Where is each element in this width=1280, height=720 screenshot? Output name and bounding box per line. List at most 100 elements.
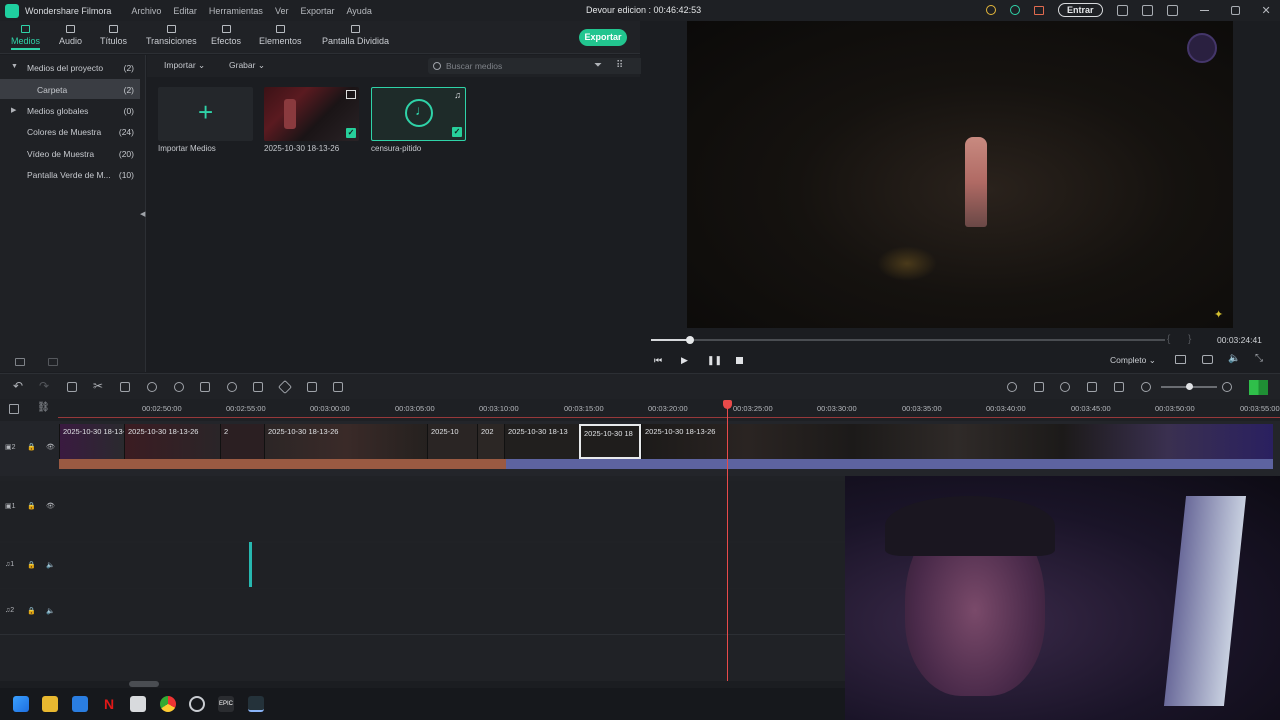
- tab-elementos[interactable]: Elementos: [259, 25, 302, 46]
- mark-in-icon[interactable]: {: [1167, 334, 1170, 345]
- media-thumbnail-audio[interactable]: ♩ ♫ ✓: [371, 87, 466, 141]
- pause-icon[interactable]: ❚❚: [707, 355, 722, 366]
- link-icon[interactable]: ⛓: [37, 402, 50, 413]
- video-preview[interactable]: ✦: [687, 21, 1233, 328]
- minimize-icon[interactable]: [1199, 9, 1209, 11]
- download-icon[interactable]: [1166, 4, 1178, 16]
- zoom-in-icon[interactable]: [1222, 382, 1232, 392]
- capture-app-icon[interactable]: [130, 696, 146, 712]
- chevron-down-icon[interactable]: ▼: [11, 63, 18, 70]
- record-dropdown[interactable]: Grabar ⌄: [229, 60, 265, 71]
- steam-icon[interactable]: [189, 696, 205, 712]
- windows-start-icon[interactable]: [13, 696, 29, 712]
- timeline-clip[interactable]: 2025-10-30 18-13-26: [124, 424, 220, 459]
- mark-out-icon[interactable]: }: [1188, 334, 1191, 345]
- stop-icon[interactable]: [736, 357, 743, 364]
- collapse-sidebar-icon[interactable]: ◀: [140, 210, 145, 218]
- timeline-clip[interactable]: 2025-10-30 18-13-26: [641, 424, 1273, 459]
- redo-icon[interactable]: ↷: [39, 379, 49, 393]
- filter-icon[interactable]: ⏷: [594, 60, 602, 71]
- media-thumbnail-video[interactable]: ✓: [264, 87, 359, 141]
- menu-exportar[interactable]: Exportar: [300, 6, 334, 16]
- render-icon[interactable]: [1007, 382, 1017, 392]
- eye-icon[interactable]: 👁: [46, 443, 55, 451]
- delete-icon[interactable]: [67, 382, 77, 392]
- audio-clip-censura[interactable]: [249, 542, 252, 587]
- timeline-clip[interactable]: 2025-10: [427, 424, 477, 459]
- sidebar-item-global-media[interactable]: ▶ Medios globales (0): [0, 100, 140, 120]
- tab-medios[interactable]: Medios: [11, 25, 41, 50]
- lightbulb-icon[interactable]: [986, 5, 996, 15]
- export-button[interactable]: Exportar: [579, 29, 627, 46]
- marker-icon[interactable]: [277, 379, 293, 395]
- folder-icon[interactable]: [48, 358, 58, 366]
- chevron-right-icon[interactable]: ▶: [11, 106, 16, 114]
- filmora-taskbar-icon[interactable]: [248, 696, 264, 712]
- chrome-icon[interactable]: [160, 696, 176, 712]
- sidebar-item-green-screen[interactable]: Pantalla Verde de M... (10): [0, 164, 140, 184]
- quality-dropdown[interactable]: Completo ⌄: [1110, 355, 1156, 366]
- audio-wave-icon[interactable]: [333, 382, 343, 392]
- sidebar-item-sample-video[interactable]: Vídeo de Muestra (20): [0, 143, 140, 163]
- menu-editar[interactable]: Editar: [173, 6, 197, 16]
- timeline-clip-selected[interactable]: 2025-10-30 18: [579, 424, 641, 459]
- import-media-tile[interactable]: +: [158, 87, 253, 141]
- tab-transiciones[interactable]: Transiciones: [146, 25, 197, 46]
- file-explorer-icon[interactable]: [42, 696, 58, 712]
- snap-icon[interactable]: [1114, 382, 1124, 392]
- import-dropdown[interactable]: Importar ⌄: [164, 60, 205, 71]
- duration-icon[interactable]: [227, 382, 237, 392]
- sidebar-item-sample-colors[interactable]: Colores de Muestra (24): [0, 121, 140, 141]
- voiceover-icon[interactable]: [1087, 382, 1097, 392]
- cart-icon[interactable]: [1034, 5, 1044, 15]
- mail-icon[interactable]: [1141, 4, 1153, 16]
- tab-audio[interactable]: Audio: [59, 25, 82, 46]
- lock-icon[interactable]: 🔒: [27, 443, 36, 451]
- fit-icon[interactable]: [253, 382, 263, 392]
- play-icon[interactable]: ▶: [681, 355, 688, 366]
- crop-icon[interactable]: [120, 382, 130, 392]
- cut-icon[interactable]: ✂: [93, 379, 103, 393]
- eye-icon[interactable]: 👁: [46, 502, 55, 510]
- playback-scrubber[interactable]: [651, 336, 1165, 344]
- layout-icon[interactable]: [1249, 380, 1268, 395]
- volume-icon[interactable]: 🔈: [1228, 353, 1240, 364]
- timeline-scrollbar[interactable]: [129, 681, 159, 687]
- save-icon[interactable]: [1116, 4, 1128, 16]
- menu-ayuda[interactable]: Ayuda: [346, 6, 371, 16]
- tab-pantalla-dividida[interactable]: Pantalla Dividida: [322, 25, 389, 46]
- epic-games-icon[interactable]: EPIC: [218, 696, 234, 712]
- timeline-clip[interactable]: 202: [477, 424, 504, 459]
- timeline-clip[interactable]: 2: [220, 424, 264, 459]
- microphone-icon[interactable]: [1060, 382, 1070, 392]
- lock-icon[interactable]: 🔒: [27, 502, 36, 510]
- menu-archivo[interactable]: Archivo: [131, 6, 161, 16]
- sync-icon[interactable]: [1010, 5, 1020, 15]
- lock-icon[interactable]: 🔒: [27, 607, 36, 615]
- speed-icon[interactable]: [147, 382, 157, 392]
- menu-ver[interactable]: Ver: [275, 6, 289, 16]
- speaker-icon[interactable]: 🔈: [46, 561, 55, 569]
- restore-icon[interactable]: [1230, 5, 1240, 15]
- netflix-icon[interactable]: N: [101, 696, 117, 712]
- new-folder-icon[interactable]: [15, 358, 25, 366]
- step-back-icon[interactable]: ⏮: [654, 355, 662, 366]
- lock-icon[interactable]: 🔒: [27, 561, 36, 569]
- zoom-slider-handle[interactable]: [1186, 383, 1193, 390]
- adjust-icon[interactable]: [307, 382, 317, 392]
- login-button[interactable]: Entrar: [1058, 3, 1103, 17]
- keyframe-icon[interactable]: [200, 382, 210, 392]
- fullscreen-icon[interactable]: ⤡: [1255, 353, 1263, 364]
- playhead[interactable]: [723, 400, 732, 681]
- sidebar-item-project-media[interactable]: ▼ Medios del proyecto (2): [0, 57, 140, 77]
- snapshot-icon[interactable]: [1202, 355, 1213, 364]
- menu-herramientas[interactable]: Herramientas: [209, 6, 263, 16]
- scrubber-handle[interactable]: [686, 336, 694, 344]
- grid-view-icon[interactable]: ⠿: [616, 60, 623, 71]
- store-icon[interactable]: [72, 696, 88, 712]
- timeline-clip[interactable]: 2025-10-30 18-13-26: [264, 424, 427, 459]
- add-track-icon[interactable]: [9, 404, 19, 414]
- zoom-out-icon[interactable]: [1141, 382, 1151, 392]
- timeline-clip[interactable]: 2025-10-30 18-13: [504, 424, 579, 459]
- timeline-clip[interactable]: 2025-10-30 18-13-2: [59, 424, 124, 459]
